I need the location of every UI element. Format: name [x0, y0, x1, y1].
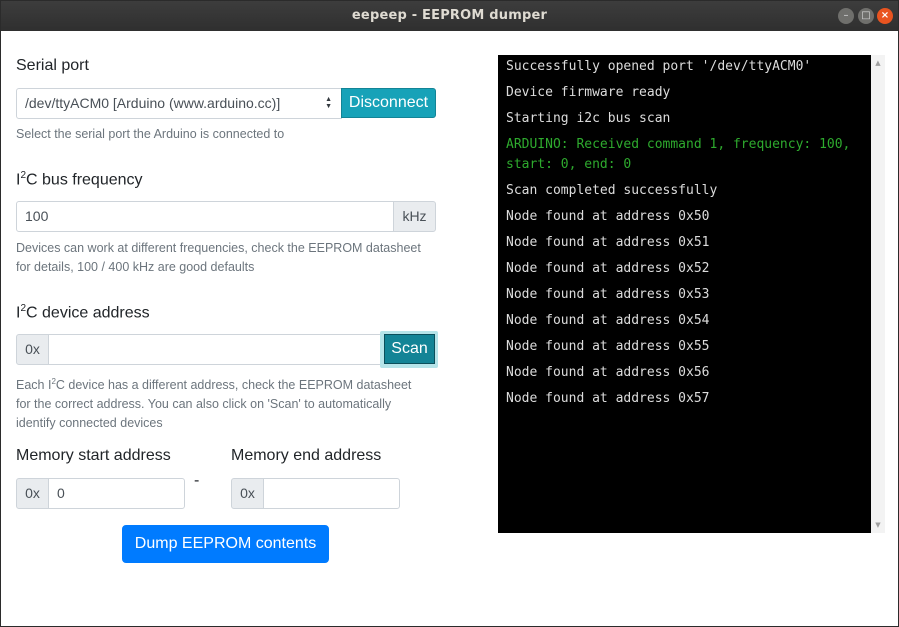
console-line: Successfully opened port '/dev/ttyACM0' [506, 59, 812, 74]
serial-port-label: Serial port [16, 57, 89, 74]
scroll-down-icon[interactable]: ▼ [871, 521, 885, 529]
device-address-input[interactable] [48, 334, 382, 365]
bus-frequency-unit: kHz [393, 201, 436, 232]
title-bar[interactable]: eepeep - EEPROM dumper – □ × [1, 1, 898, 31]
select-arrows-icon: ▲ ▼ [325, 96, 332, 110]
memory-range-separator: - [194, 472, 200, 489]
device-address-label: I2C device address [16, 303, 150, 322]
scan-button[interactable]: Scan [384, 334, 435, 364]
maximize-button[interactable]: □ [858, 8, 874, 24]
console-output[interactable]: Successfully opened port '/dev/ttyACM0' D… [498, 55, 871, 533]
console-line: Starting i2c bus scan [506, 111, 671, 126]
close-button[interactable]: × [877, 8, 893, 24]
device-address-help: Each I2C device has a different address,… [16, 377, 412, 431]
memory-start-prefix: 0x [16, 478, 49, 509]
serial-port-selected-value: /dev/ttyACM0 [Arduino (www.arduino.cc)] [25, 95, 281, 111]
console-line: Node found at address 0x53 [506, 286, 710, 302]
minimize-button[interactable]: – [838, 8, 854, 24]
console-line: Node found at address 0x51 [506, 234, 710, 250]
app-window: eepeep - EEPROM dumper – □ × Serial port… [0, 0, 899, 627]
scroll-up-icon[interactable]: ▲ [871, 59, 885, 67]
console-line: Device firmware ready [506, 85, 671, 100]
console-line: Node found at address 0x52 [506, 260, 710, 276]
serial-port-select[interactable]: /dev/ttyACM0 [Arduino (www.arduino.cc)] … [16, 88, 342, 119]
console-scrollbar[interactable]: ▲ ▼ [871, 55, 885, 533]
dump-eeprom-button[interactable]: Dump EEPROM contents [122, 525, 329, 563]
main-content: Serial port /dev/ttyACM0 [Arduino (www.a… [1, 31, 898, 626]
memory-start-input[interactable]: 0 [48, 478, 185, 509]
device-address-prefix: 0x [16, 334, 49, 365]
console-line: Node found at address 0x57 [506, 390, 710, 406]
window-title: eepeep - EEPROM dumper [351, 8, 548, 23]
disconnect-button[interactable]: Disconnect [341, 88, 436, 118]
console-line: ARDUINO: Received command 1, frequency: … [506, 137, 859, 172]
memory-start-label: Memory start address [16, 447, 171, 464]
console-line: Node found at address 0x56 [506, 364, 710, 380]
bus-frequency-help: Devices can work at different frequencie… [16, 241, 421, 274]
console-line: Node found at address 0x54 [506, 312, 710, 328]
memory-end-input[interactable] [263, 478, 400, 509]
console-line: Scan completed successfully [506, 182, 718, 198]
bus-frequency-input[interactable]: 100 [16, 201, 394, 232]
bus-frequency-label: I2C bus frequency [16, 170, 143, 189]
serial-port-help: Select the serial port the Arduino is co… [16, 127, 285, 141]
memory-end-label: Memory end address [231, 447, 382, 464]
memory-end-prefix: 0x [231, 478, 264, 509]
console-line: Node found at address 0x50 [506, 208, 710, 224]
console-line: Node found at address 0x55 [506, 338, 710, 354]
